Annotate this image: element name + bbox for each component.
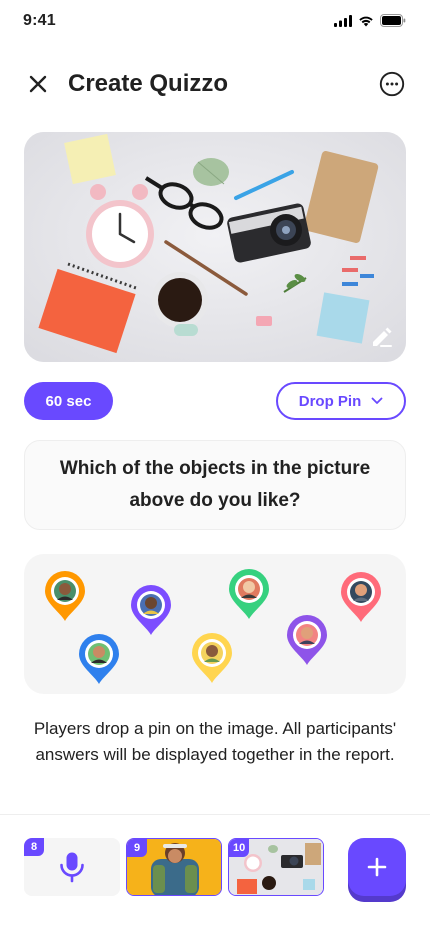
question-input[interactable]: Which of the objects in the picture abov… xyxy=(24,440,406,530)
close-icon xyxy=(29,75,47,93)
signal-icon xyxy=(334,14,352,27)
page-title: Create Quizzo xyxy=(68,70,229,97)
map-pin-icon xyxy=(192,633,232,683)
map-pin-icon xyxy=(229,569,269,619)
map-pin-icon xyxy=(287,615,327,665)
slide-number: 8 xyxy=(24,838,44,856)
status-icons xyxy=(334,14,406,27)
question-type-description: Players drop a pin on the image. All par… xyxy=(33,719,397,764)
add-slide-button[interactable] xyxy=(348,838,406,896)
desk-items-photo xyxy=(24,132,406,362)
map-pin-icon xyxy=(131,585,171,635)
status-time: 9:41 xyxy=(23,12,56,29)
chevron-down-icon xyxy=(371,397,383,404)
question-type-label: Drop Pin xyxy=(298,392,362,410)
cover-image[interactable] xyxy=(24,132,406,362)
more-icon xyxy=(379,71,405,97)
divider xyxy=(0,814,430,815)
slide-thumbnail-8[interactable]: 8 xyxy=(24,838,120,896)
map-pin-icon xyxy=(341,572,381,622)
slide-thumbnail-9[interactable]: 9 xyxy=(126,838,222,896)
close-button[interactable] xyxy=(24,70,52,98)
time-limit-button[interactable]: 60 sec xyxy=(24,382,113,420)
map-pin-icon xyxy=(79,634,119,684)
mic-icon xyxy=(60,852,84,883)
wifi-icon xyxy=(359,16,373,26)
edit-icon xyxy=(373,327,392,347)
status-bar: 9:41 xyxy=(0,0,430,44)
pins-preview xyxy=(24,554,406,694)
battery-icon xyxy=(380,14,406,27)
question-type-dropdown[interactable]: Drop Pin xyxy=(276,382,406,420)
more-options-button[interactable] xyxy=(378,70,406,98)
plus-icon xyxy=(367,857,387,877)
edit-image-button[interactable] xyxy=(368,324,394,350)
slide-number: 9 xyxy=(127,839,147,857)
question-text: Which of the objects in the picture abov… xyxy=(59,458,371,511)
map-pin-icon xyxy=(45,571,85,621)
header: Create Quizzo xyxy=(24,62,406,106)
slide-number: 10 xyxy=(229,839,250,857)
slide-thumbnail-10[interactable]: 10 xyxy=(228,838,324,896)
time-limit-label: 60 sec xyxy=(45,392,92,410)
